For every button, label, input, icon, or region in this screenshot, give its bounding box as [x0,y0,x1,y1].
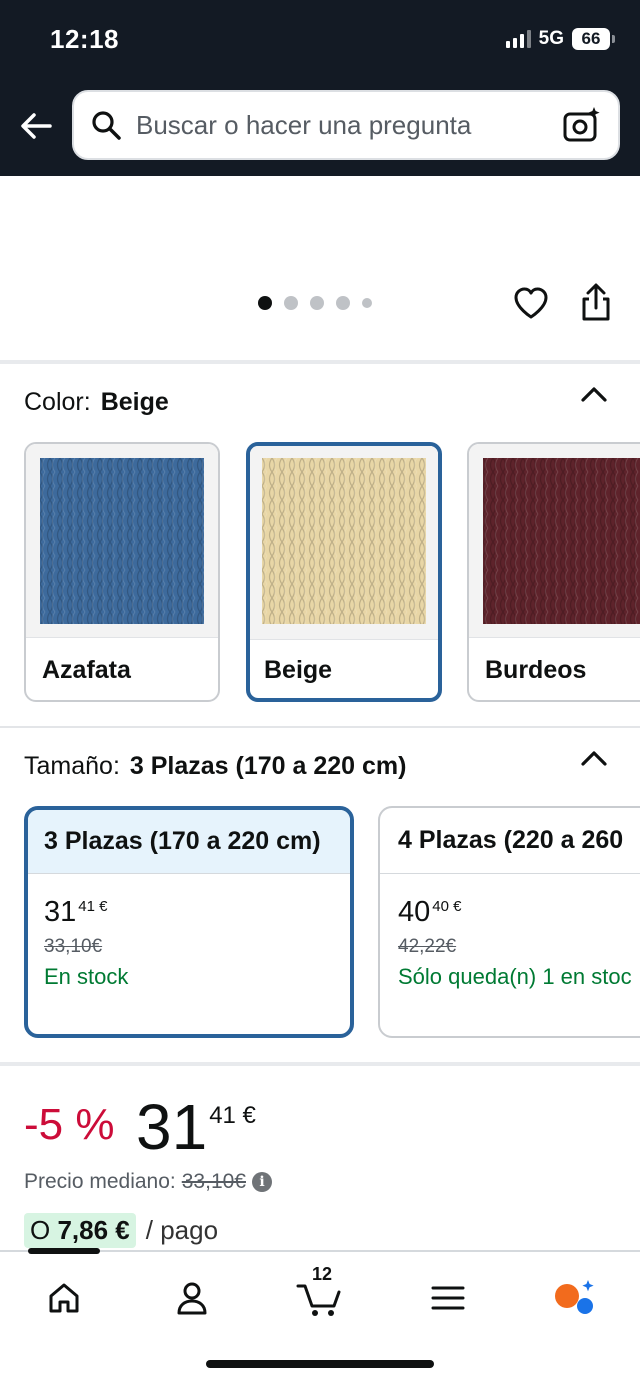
size-option-4-plazas[interactable]: 4 Plazas (220 a 260 40 40 € 42,22€ Sólo q… [378,806,640,1038]
battery-icon: 66 [572,28,615,50]
current-price: 3141 € [136,1090,256,1164]
price-fraction: 41 € [78,898,108,915]
chevron-up-icon[interactable] [580,748,608,768]
chevron-up-icon[interactable] [580,384,608,404]
swatch-preview [250,446,438,640]
color-option-label: Beige [264,656,333,684]
size-selected-value: 3 Plazas (170 a 220 cm) [129,752,407,780]
nav-home[interactable] [36,1270,92,1326]
size-option-old-price: 33,10€ [44,936,103,957]
rufus-assistant-icon [555,1280,594,1314]
divider [0,1062,640,1066]
heart-icon[interactable] [512,284,550,322]
cart-count-badge: 12 [312,1264,333,1284]
fabric-swatch-image [40,458,204,624]
color-option-label: Burdeos [485,656,587,684]
top-bar: 12:18 5G 66 Buscar o hacer una pregunta [0,0,640,176]
carousel-dot[interactable] [336,296,350,310]
home-indicator [206,1360,434,1368]
installment-offer[interactable]: O 7,86 € / pago [24,1213,218,1248]
size-option-price: 31 41 € [44,896,107,929]
status-time: 12:18 [50,24,119,54]
size-option-price: 40 40 € [398,896,461,929]
installment-suffix: / pago [145,1215,219,1245]
color-option-label: Azafata [42,656,131,684]
carousel-dot[interactable] [362,298,372,308]
network-type: 5G [538,28,564,49]
installment-amount: 7,86 € [57,1215,130,1245]
color-option-beige[interactable]: Beige [246,442,442,702]
nav-menu[interactable] [420,1270,476,1326]
price-fraction: 41 € [209,1102,256,1129]
price-whole: 31 [44,896,77,928]
signal-icon [505,30,531,48]
discount-percent: -5 % [24,1100,115,1149]
installment-prefix: O [30,1215,51,1245]
size-option-name: 3 Plazas (170 a 220 cm) [28,810,350,874]
back-arrow-icon[interactable] [18,108,54,144]
info-icon[interactable]: i [251,1172,272,1192]
price-whole: 31 [136,1091,208,1163]
carousel-dots[interactable] [258,296,372,310]
swatch-preview [469,444,640,638]
median-price-value: 33,10€ [181,1170,246,1193]
size-option-old-price: 42,22€ [398,936,457,957]
median-price: Precio mediano: 33,10€ i [24,1170,272,1194]
search-icon [92,111,121,140]
menu-icon [431,1286,465,1310]
color-option-azafata[interactable]: Azafata [24,442,220,702]
carousel-dot[interactable] [284,296,298,310]
camera-search-icon[interactable] [562,105,602,145]
size-label: Tamaño: [24,752,120,780]
search-input[interactable]: Buscar o hacer una pregunta [136,110,562,141]
fabric-swatch-image [262,458,426,624]
swatch-preview [26,444,218,638]
size-heading: Tamaño: 3 Plazas (170 a 220 cm) [24,752,406,781]
carousel-dot[interactable] [310,296,324,310]
active-tab-indicator [28,1248,100,1254]
share-icon[interactable] [578,282,614,322]
color-option-burdeos[interactable]: Burdeos [467,442,640,702]
fabric-swatch-image [483,458,640,624]
nav-account[interactable] [164,1270,220,1326]
color-heading: Color: Beige [24,388,169,417]
size-option-3-plazas[interactable]: 3 Plazas (170 a 220 cm) 31 41 € 33,10€ En… [24,806,354,1038]
divider [0,360,640,364]
size-option-stock: Sólo queda(n) 1 en stoc [398,964,632,989]
status-indicators: 5G 66 [505,28,615,50]
size-option-stock: En stock [44,964,129,989]
home-icon [49,1283,79,1313]
median-price-label: Precio mediano: [24,1170,176,1193]
price-whole: 40 [398,896,431,928]
search-bar[interactable]: Buscar o hacer una pregunta [72,90,620,160]
user-icon [177,1282,207,1315]
color-label: Color: [24,388,91,416]
carousel-dot[interactable] [258,296,272,310]
installment-badge: O 7,86 € [24,1213,136,1248]
nav-assistant[interactable] [546,1270,602,1326]
size-option-name: 4 Plazas (220 a 260 [380,808,640,874]
color-selected-value: Beige [100,388,169,416]
price-fraction: 40 € [432,898,462,915]
divider [0,726,640,728]
